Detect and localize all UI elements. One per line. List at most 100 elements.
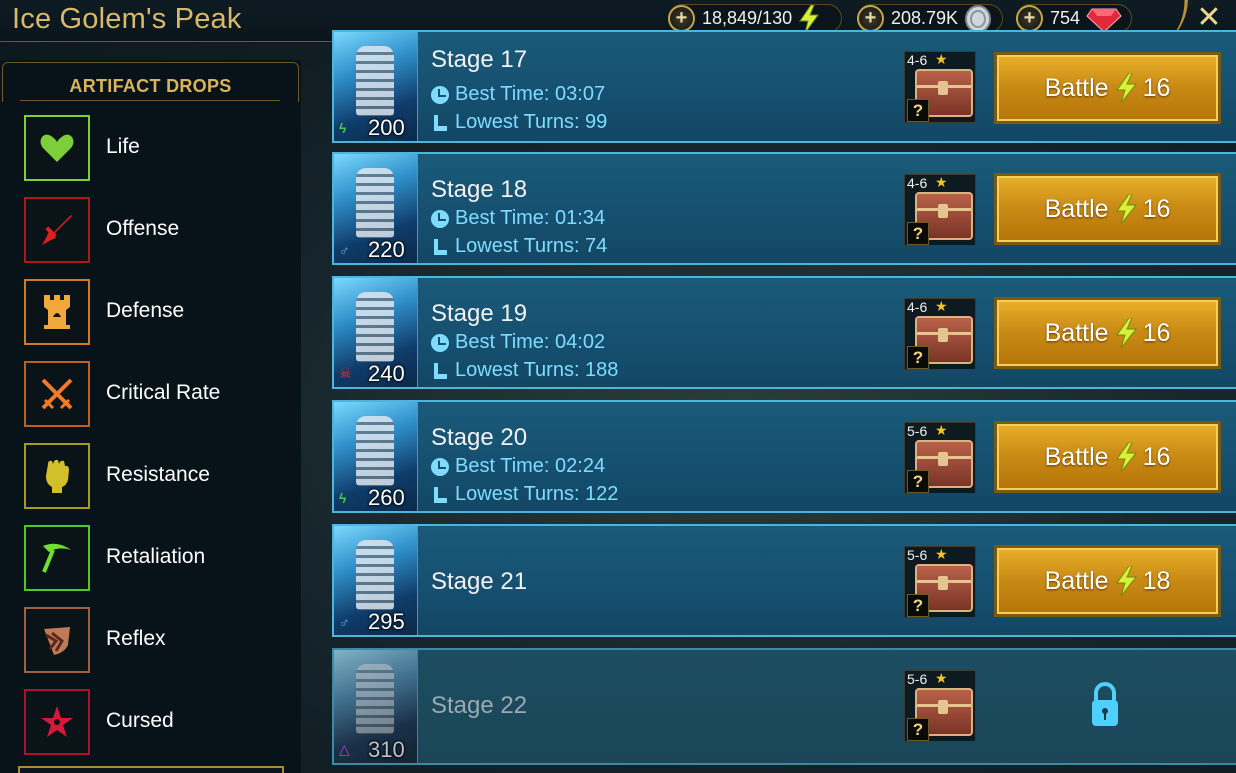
clock-icon [431,209,449,228]
battle-button[interactable]: Battle 16 [994,52,1221,124]
drop-item-label: Retaliation [106,545,206,568]
lowest-turns-text: Lowest Turns: 74 [455,235,608,257]
stage-name: Stage 22 [431,692,528,719]
battle-button[interactable]: Battle 16 [994,421,1221,493]
drop-item-reflex[interactable]: Reflex [24,607,294,673]
clock-icon [431,333,449,352]
drop-item-label: Cursed [106,709,174,732]
rank-range: 4-6 [907,52,928,68]
stage-row[interactable]: ☠ 240 Stage 19 Best Time: 04:02 Lowest T… [332,276,1236,389]
stage-row-locked[interactable]: △ 310 Stage 22 5-6 ★? [332,648,1236,765]
stage-power: 260 [368,485,405,510]
tower-icon [24,279,90,345]
sword-icon [24,197,90,263]
reward-chest[interactable]: 5-6 ★? [904,422,976,494]
star-icon: ★ [935,422,948,438]
reward-chest[interactable]: 5-6 ★? [904,546,976,618]
best-time: Best Time: 01:34 [431,207,605,230]
panel-bottom-button[interactable] [18,766,284,773]
add-silver-button[interactable]: + [857,5,884,32]
golem-image [356,416,394,486]
reward-chest[interactable]: 4-6 ★? [904,51,976,123]
drop-item-offense[interactable]: Offense [24,197,294,263]
battle-button[interactable]: Battle 16 [994,173,1221,245]
rank-range: 5-6 [907,423,928,439]
stage-name: Stage 18 [431,176,528,203]
drop-item-cursed[interactable]: Cursed [24,689,294,755]
energy-icon [1115,318,1137,348]
energy-icon [1115,566,1137,596]
lowest-turns-text: Lowest Turns: 188 [455,359,619,381]
battle-label: Battle [1044,73,1109,102]
boot-icon [431,362,449,380]
affinity-icon: ☠ [339,365,352,381]
lowest-turns: Lowest Turns: 188 [431,359,618,382]
golem-image [356,168,394,238]
drop-item-defense[interactable]: Defense [24,279,294,345]
silver-value: 208.79K [891,8,959,28]
add-energy-button[interactable]: + [668,5,695,32]
stage-power: 200 [368,115,405,140]
lock-icon [1090,682,1120,733]
boot-icon [431,486,449,504]
drop-item-label: Defense [106,299,185,322]
shield-arrow-icon [24,607,90,673]
boot-icon [431,114,449,132]
add-gems-button[interactable]: + [1016,5,1043,32]
affinity-icon: ϟ [339,120,347,136]
golem-image [356,46,394,116]
star-icon: ★ [935,670,948,686]
energy-icon [1115,442,1137,472]
question-mark-icon: ? [907,594,929,617]
drop-item-resistance[interactable]: Resistance [24,443,294,509]
best-time-text: Best Time: 03:07 [455,83,606,105]
stage-row[interactable]: ♂ 295 Stage 21 5-6 ★? Battle 18 [332,524,1236,637]
boot-icon [431,238,449,256]
battle-button[interactable]: Battle 16 [994,297,1221,369]
drop-item-label: Critical Rate [106,381,221,404]
stage-power: 240 [368,361,405,386]
pentagram-icon [24,689,90,755]
stage-name: Stage 21 [431,568,528,595]
golem-image [356,292,394,362]
page-title: Ice Golem's Peak [12,3,242,35]
best-time: Best Time: 03:07 [431,83,605,106]
reward-chest[interactable]: 5-6 ★? [904,670,976,742]
golem-image [356,540,394,610]
lowest-turns: Lowest Turns: 122 [431,483,618,506]
pickaxe-icon [24,525,90,591]
drop-item-label: Resistance [106,463,210,486]
stage-name: Stage 17 [431,46,528,73]
battle-button[interactable]: Battle 18 [994,545,1221,617]
star-icon: ★ [935,51,948,67]
drop-item-retaliation[interactable]: Retaliation [24,525,294,591]
energy-cost: 16 [1142,73,1171,102]
drop-item-label: Reflex [106,627,166,650]
lowest-turns-text: Lowest Turns: 122 [455,483,619,505]
question-mark-icon: ? [907,470,929,493]
reward-chest[interactable]: 4-6 ★? [904,174,976,246]
stage-row[interactable]: ϟ 260 Stage 20 Best Time: 02:24 Lowest T… [332,400,1236,513]
battle-label: Battle [1044,318,1109,347]
affinity-icon: △ [339,741,350,757]
battle-label: Battle [1044,194,1109,223]
lowest-turns-text: Lowest Turns: 99 [455,111,608,133]
rank-range: 5-6 [907,547,928,563]
stage-row[interactable]: ϟ 200 Stage 17 Best Time: 03:07 Lowest T… [332,30,1236,143]
question-mark-icon: ? [907,222,929,245]
stage-power: 310 [368,737,405,762]
star-icon: ★ [935,546,948,562]
best-time-text: Best Time: 01:34 [455,207,606,229]
rank-range: 5-6 [907,671,928,687]
drop-item-label: Life [106,135,140,158]
artifact-drops-panel: ARTIFACT DROPS Life Offense Defense Crit… [0,60,301,773]
heart-icon [24,115,90,181]
drop-item-critical-rate[interactable]: Critical Rate [24,361,294,427]
stage-row[interactable]: ♂ 220 Stage 18 Best Time: 01:34 Lowest T… [332,152,1236,265]
energy-counter: + 18,849/130 [668,4,842,33]
reward-chest[interactable]: 4-6 ★? [904,298,976,370]
best-time: Best Time: 04:02 [431,331,605,354]
drop-item-life[interactable]: Life [24,115,294,181]
clock-icon [431,85,449,104]
silver-coin-icon [964,4,992,33]
